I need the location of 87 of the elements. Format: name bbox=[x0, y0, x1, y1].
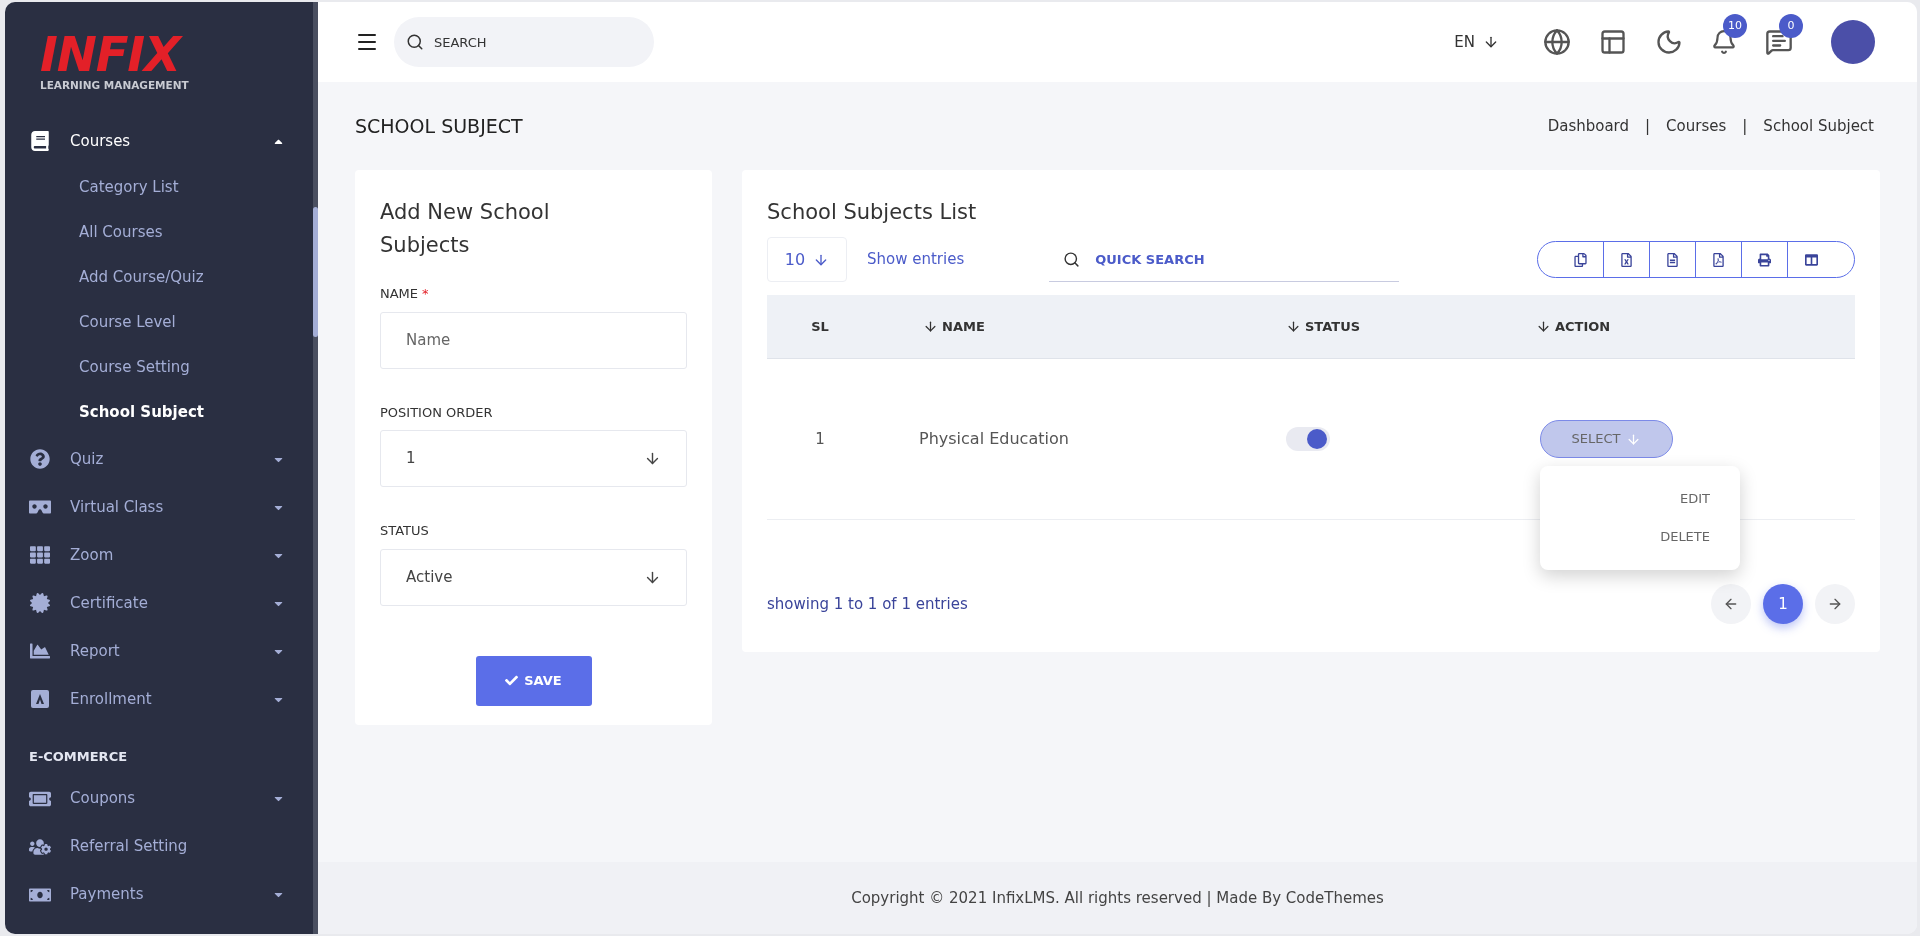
print-icon bbox=[1758, 252, 1771, 267]
question-icon bbox=[29, 449, 51, 469]
check-icon bbox=[505, 674, 519, 687]
sidebar-item[interactable]: Payments bbox=[5, 870, 313, 919]
arrow-right-icon bbox=[1827, 596, 1843, 612]
book-icon bbox=[29, 131, 51, 151]
notification-count: 10 bbox=[1723, 14, 1747, 38]
previous-page-button[interactable] bbox=[1711, 584, 1751, 624]
sidebar-item[interactable]: Referral Setting bbox=[5, 822, 313, 871]
scrollbar[interactable] bbox=[313, 2, 318, 934]
select-field[interactable]: 1 bbox=[380, 430, 687, 487]
action-select-button[interactable]: SELECT bbox=[1540, 420, 1673, 458]
search-icon bbox=[406, 33, 424, 51]
next-page-button[interactable] bbox=[1815, 584, 1855, 624]
area-chart-icon bbox=[29, 641, 51, 661]
table-cell-text: 1 bbox=[815, 428, 825, 450]
excel-file-icon bbox=[1620, 252, 1633, 267]
message-count: 0 bbox=[1779, 14, 1803, 38]
column-header[interactable]: STATUS bbox=[1286, 316, 1361, 337]
select-field[interactable]: Active bbox=[380, 548, 687, 606]
menu-item[interactable]: EDIT bbox=[1680, 486, 1710, 512]
moon-icon[interactable] bbox=[1655, 28, 1683, 56]
menu-item[interactable]: DELETE bbox=[1660, 524, 1710, 550]
columns-icon bbox=[1804, 252, 1818, 267]
logo-subtitle: LEARNING MANAGEMENT bbox=[40, 78, 190, 92]
sort-arrow-icon bbox=[923, 319, 938, 334]
section-heading: E-COMMERCE bbox=[28, 748, 129, 766]
table-info: showing 1 to 1 of 1 entries bbox=[767, 593, 968, 615]
layout-icon[interactable] bbox=[1599, 28, 1627, 56]
field-label: POSITION ORDER bbox=[380, 403, 493, 422]
sidebar-subitem[interactable]: All Courses bbox=[5, 210, 313, 255]
copy-icon bbox=[1574, 252, 1587, 267]
sidebar-subitem[interactable]: Course Level bbox=[5, 300, 313, 345]
document-icon bbox=[1666, 252, 1679, 267]
sidebar-item[interactable]: Enrollment bbox=[5, 675, 313, 723]
show-entries-label: Show entries bbox=[867, 249, 965, 271]
page-button[interactable]: 1 bbox=[1763, 584, 1803, 624]
sidebar-item[interactable]: Courses bbox=[5, 117, 313, 165]
column-header[interactable]: ACTION bbox=[1536, 316, 1611, 337]
sidebar-subitem[interactable]: Add Course/Quiz bbox=[5, 255, 313, 300]
sidebar-item[interactable]: Quiz bbox=[5, 435, 313, 483]
copyright-text: Copyright © 2021 InfixLMS. All rights reserved | Made By CodeThemes bbox=[851, 887, 1384, 909]
globe-icon[interactable] bbox=[1543, 28, 1571, 56]
logo-text: INFIX bbox=[40, 32, 313, 76]
quick-search-field[interactable]: QUICK SEARCH bbox=[1049, 237, 1400, 282]
arrow-left-icon bbox=[1723, 596, 1739, 612]
breadcrumb-separator: | bbox=[1645, 115, 1651, 137]
column-header[interactable]: SL bbox=[811, 316, 829, 337]
name-input[interactable]: Name bbox=[380, 311, 687, 369]
badge-icon bbox=[29, 593, 51, 613]
letter-square-icon bbox=[29, 689, 51, 709]
form-title: Add New School Subjects bbox=[380, 199, 551, 259]
language-select[interactable]: EN bbox=[1454, 30, 1499, 54]
page-length-select[interactable]: 10 bbox=[767, 237, 847, 282]
breadcrumb-link[interactable]: Courses bbox=[1666, 114, 1727, 138]
users-gear-icon bbox=[29, 836, 51, 857]
page-title: SCHOOL SUBJECT bbox=[355, 113, 523, 139]
grid-icon bbox=[29, 545, 51, 565]
sidebar-subitem[interactable]: Category List bbox=[5, 165, 313, 210]
required-mark: * bbox=[422, 285, 429, 303]
field-label: STATUS bbox=[380, 522, 429, 540]
sidebar-item[interactable]: Coupons bbox=[5, 774, 313, 823]
sort-arrow-icon bbox=[1286, 319, 1301, 334]
status-toggle[interactable] bbox=[1286, 427, 1330, 451]
sort-arrow-icon bbox=[1536, 319, 1551, 334]
search-field[interactable]: SEARCH bbox=[394, 17, 654, 67]
arrow-down-icon bbox=[1626, 431, 1642, 447]
vr-goggles-icon bbox=[29, 497, 51, 517]
field-label: NAME bbox=[380, 285, 419, 303]
breadcrumb-link[interactable]: Dashboard bbox=[1547, 114, 1630, 138]
breadcrumb-link[interactable]: School Subject bbox=[1763, 114, 1874, 138]
pdf-file-icon bbox=[1712, 252, 1725, 267]
sidebar-item[interactable]: Zoom bbox=[5, 531, 313, 579]
chat-icon[interactable] bbox=[1765, 28, 1793, 56]
save-button[interactable]: SAVE bbox=[475, 655, 592, 706]
column-header[interactable]: NAME bbox=[923, 316, 985, 337]
sidebar-item[interactable]: Virtual Class bbox=[5, 483, 313, 531]
sidebar-item[interactable]: Certificate bbox=[5, 579, 313, 627]
breadcrumb-separator: | bbox=[1742, 115, 1748, 137]
bell-icon[interactable] bbox=[1711, 28, 1737, 56]
sidebar-subitem[interactable]: Course Setting bbox=[5, 345, 313, 390]
table-title: School Subjects List bbox=[767, 199, 978, 226]
sidebar-subitem[interactable]: School Subject bbox=[5, 390, 313, 435]
avatar[interactable] bbox=[1831, 20, 1875, 64]
table-cell-text: Physical Education bbox=[919, 428, 1069, 450]
search-icon bbox=[1063, 251, 1081, 268]
sidebar-item[interactable]: Report bbox=[5, 627, 313, 675]
